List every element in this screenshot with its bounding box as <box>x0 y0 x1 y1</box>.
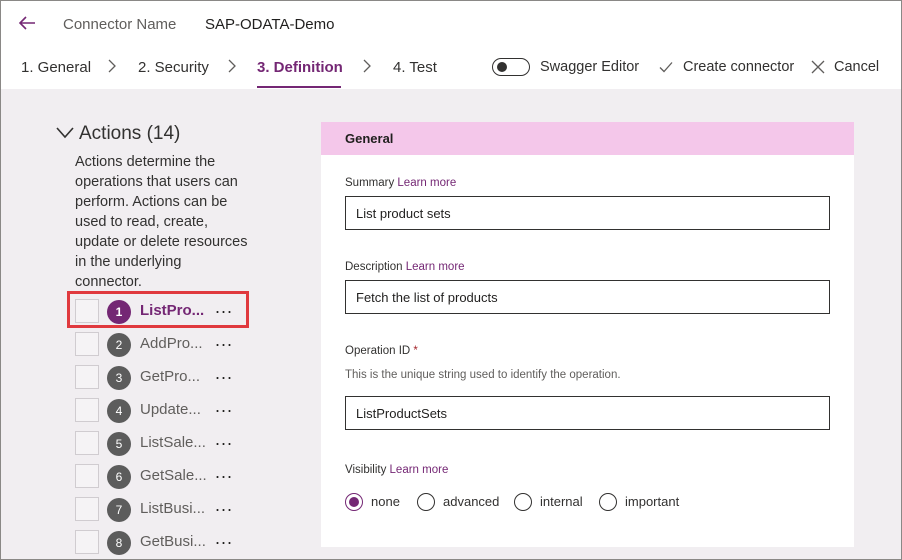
action-label[interactable]: GetSale... <box>140 467 207 484</box>
connector-name-label: Connector Name <box>63 16 177 33</box>
action-number-badge: 5 <box>107 432 131 456</box>
visibility-label: Visibility Learn more <box>345 464 448 476</box>
back-arrow-icon[interactable] <box>15 11 39 35</box>
swagger-editor-label[interactable]: Swagger Editor <box>540 59 639 75</box>
selected-action-highlight <box>67 291 249 328</box>
summary-label-text: Summary <box>345 177 395 189</box>
definition-content: Actions (14) Actions determine the opera… <box>1 89 901 559</box>
action-number-badge: 2 <box>107 333 131 357</box>
required-marker: * <box>413 345 418 357</box>
visibility-radio-internal[interactable] <box>514 493 532 511</box>
step-test[interactable]: 4. Test <box>393 59 437 76</box>
close-icon[interactable] <box>810 59 826 75</box>
general-panel: General Summary Learn more List product … <box>321 122 854 547</box>
action-item[interactable]: 2 AddPro... ... <box>75 330 245 358</box>
action-number-badge: 6 <box>107 465 131 489</box>
action-number-badge: 8 <box>107 531 131 555</box>
cancel-button[interactable]: Cancel <box>834 59 879 75</box>
action-label[interactable]: GetPro... <box>140 368 200 385</box>
chevron-right-icon <box>228 59 236 73</box>
step-definition[interactable]: 3. Definition <box>257 59 343 76</box>
active-step-underline <box>257 86 341 88</box>
visibility-option-label[interactable]: advanced <box>443 494 499 509</box>
more-options-icon[interactable]: ... <box>215 330 233 351</box>
action-label[interactable]: ListBusi... <box>140 500 205 517</box>
top-bar: Connector Name SAP-ODATA-Demo <box>1 1 901 46</box>
operation-id-input[interactable]: ListProductSets <box>345 396 830 430</box>
summary-input[interactable]: List product sets <box>345 196 830 230</box>
action-item[interactable]: 8 GetBusi... ... <box>75 528 245 556</box>
action-item[interactable]: 6 GetSale... ... <box>75 462 245 490</box>
summary-learn-more-link[interactable]: Learn more <box>397 177 456 189</box>
step-general[interactable]: 1. General <box>21 59 91 76</box>
more-options-icon[interactable]: ... <box>215 528 233 549</box>
action-checkbox[interactable] <box>75 464 99 488</box>
operation-id-label: Operation ID * <box>345 345 418 357</box>
actions-heading[interactable]: Actions (14) <box>79 123 180 145</box>
visibility-radio-advanced[interactable] <box>417 493 435 511</box>
general-panel-header: General <box>321 122 854 155</box>
chevron-right-icon <box>363 59 371 73</box>
action-item[interactable]: 5 ListSale... ... <box>75 429 245 457</box>
action-checkbox[interactable] <box>75 431 99 455</box>
general-panel-title: General <box>345 131 394 146</box>
operation-id-label-text: Operation ID <box>345 345 411 357</box>
connector-name-value[interactable]: SAP-ODATA-Demo <box>205 16 334 33</box>
visibility-radio-important[interactable] <box>599 493 617 511</box>
more-options-icon[interactable]: ... <box>215 429 233 450</box>
chevron-right-icon <box>108 59 116 73</box>
action-item[interactable]: 7 ListBusi... ... <box>75 495 245 523</box>
chevron-down-icon[interactable] <box>55 125 75 141</box>
more-options-icon[interactable]: ... <box>215 396 233 417</box>
steps-bar: 1. General 2. Security 3. Definition 4. … <box>1 45 901 89</box>
actions-description: Actions determine the operations that us… <box>75 154 248 290</box>
action-label[interactable]: Update... <box>140 401 201 418</box>
visibility-radio-none[interactable] <box>345 493 363 511</box>
action-checkbox[interactable] <box>75 497 99 521</box>
more-options-icon[interactable]: ... <box>215 363 233 384</box>
more-options-icon[interactable]: ... <box>215 495 233 516</box>
operation-id-hint: This is the unique string used to identi… <box>345 369 621 381</box>
more-options-icon[interactable]: ... <box>215 462 233 483</box>
action-checkbox[interactable] <box>75 365 99 389</box>
visibility-learn-more-link[interactable]: Learn more <box>390 464 449 476</box>
description-learn-more-link[interactable]: Learn more <box>406 261 465 273</box>
action-label[interactable]: GetBusi... <box>140 533 206 550</box>
visibility-option-label[interactable]: none <box>371 494 400 509</box>
summary-label: Summary Learn more <box>345 177 456 189</box>
app-window: Connector Name SAP-ODATA-Demo 1. General… <box>0 0 902 560</box>
radio-dot <box>349 497 359 507</box>
checkmark-icon[interactable] <box>658 59 674 75</box>
description-label-text: Description <box>345 261 403 273</box>
visibility-option-label[interactable]: important <box>625 494 679 509</box>
action-number-badge: 3 <box>107 366 131 390</box>
step-security[interactable]: 2. Security <box>138 59 209 76</box>
description-input[interactable]: Fetch the list of products <box>345 280 830 314</box>
action-checkbox[interactable] <box>75 332 99 356</box>
description-label: Description Learn more <box>345 261 465 273</box>
visibility-label-text: Visibility <box>345 464 387 476</box>
action-checkbox[interactable] <box>75 398 99 422</box>
action-number-badge: 4 <box>107 399 131 423</box>
action-checkbox[interactable] <box>75 530 99 554</box>
create-connector-button[interactable]: Create connector <box>683 59 794 75</box>
action-item[interactable]: 4 Update... ... <box>75 396 245 424</box>
action-label[interactable]: ListSale... <box>140 434 206 451</box>
action-item[interactable]: 3 GetPro... ... <box>75 363 245 391</box>
toggle-knob <box>497 62 507 72</box>
action-label[interactable]: AddPro... <box>140 335 203 352</box>
swagger-editor-toggle[interactable] <box>492 58 530 76</box>
action-number-badge: 7 <box>107 498 131 522</box>
visibility-option-label[interactable]: internal <box>540 494 583 509</box>
